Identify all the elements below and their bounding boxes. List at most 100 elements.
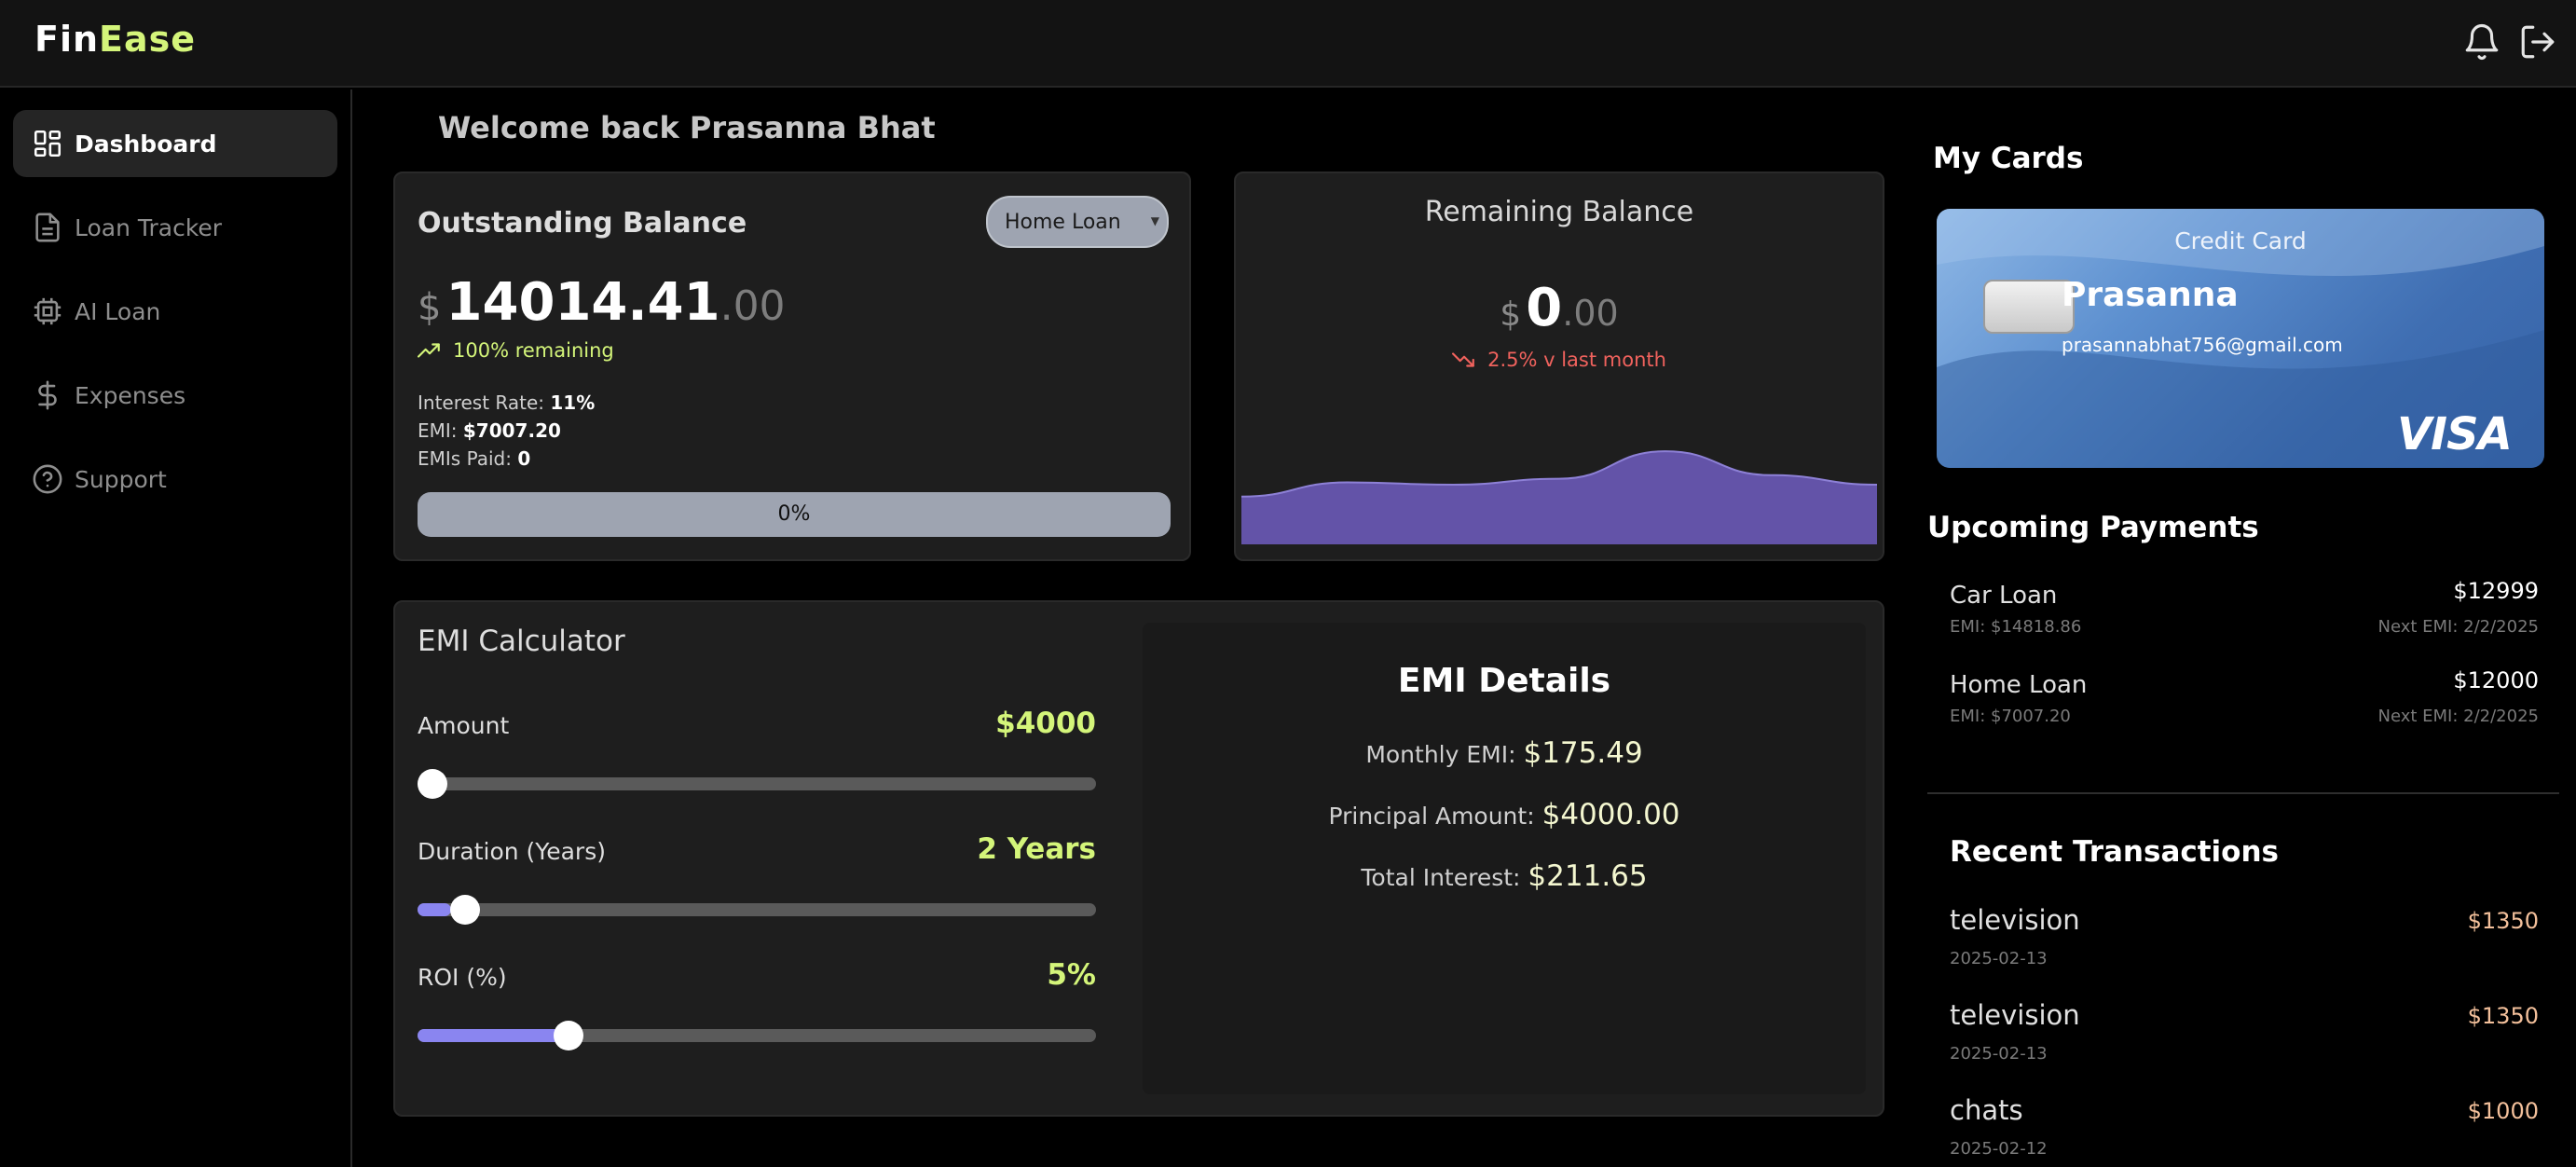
amount-integer: 0 bbox=[1526, 278, 1563, 338]
card-holder-email: prasannabhat756@gmail.com bbox=[2062, 334, 2343, 356]
app-logo[interactable]: FinEase bbox=[34, 19, 196, 60]
amount-value: $4000 bbox=[995, 707, 1096, 740]
welcome-heading: Welcome back Prasanna Bhat bbox=[438, 110, 936, 145]
roi-slider[interactable] bbox=[418, 1021, 1096, 1050]
remaining-percent-text: 100% remaining bbox=[453, 339, 614, 362]
my-cards-title: My Cards bbox=[1933, 142, 2084, 175]
total-interest-value: $211.65 bbox=[1528, 859, 1648, 893]
sidebar-item-support[interactable]: Support bbox=[13, 446, 337, 513]
emis-paid-value: 0 bbox=[517, 447, 531, 470]
chevron-down-icon: ▼ bbox=[1150, 214, 1159, 227]
remaining-trend: 2.5% v last month bbox=[1236, 349, 1883, 371]
dashboard-icon bbox=[32, 128, 63, 159]
transaction-name: television bbox=[1950, 904, 2080, 936]
monthly-emi-value: $175.49 bbox=[1523, 736, 1643, 770]
section-divider bbox=[1927, 792, 2559, 794]
outstanding-balance-card: Outstanding Balance Home Loan ▼ $ 14014.… bbox=[393, 172, 1191, 561]
amount-integer: 14014.41 bbox=[445, 272, 720, 333]
loan-type-select[interactable]: Home Loan ▼ bbox=[986, 196, 1169, 248]
currency-symbol: $ bbox=[418, 286, 442, 329]
payment-item[interactable]: Car Loan $12999 EMI: $14818.86 Next EMI:… bbox=[1950, 578, 2540, 662]
emis-paid-row: EMIs Paid: 0 bbox=[418, 447, 530, 470]
slider-thumb[interactable] bbox=[449, 895, 480, 925]
total-interest-row: Total Interest: $211.65 bbox=[1143, 859, 1866, 893]
chip-icon bbox=[32, 295, 63, 327]
sidebar-item-label: Dashboard bbox=[75, 130, 217, 158]
card-type: Credit Card bbox=[2174, 227, 2307, 254]
progress-text: 0% bbox=[777, 502, 811, 526]
payment-emi: EMI: $7007.20 bbox=[1950, 707, 2071, 726]
principal-value: $4000.00 bbox=[1541, 798, 1680, 831]
slider-thumb[interactable] bbox=[418, 769, 447, 799]
visa-logo: VISA bbox=[2397, 408, 2513, 460]
remaining-amount: $ 0.00 bbox=[1236, 278, 1883, 338]
payment-emi: EMI: $14818.86 bbox=[1950, 617, 2082, 637]
logo-text-fin: Fin bbox=[34, 19, 100, 60]
amount-decimal: .00 bbox=[1562, 293, 1619, 334]
top-header: FinEase bbox=[0, 0, 2576, 88]
payment-amount: $12999 bbox=[2453, 578, 2539, 604]
sidebar-item-ai-loan[interactable]: AI Loan bbox=[13, 278, 337, 345]
trend-text: 2.5% v last month bbox=[1487, 349, 1666, 371]
roi-value: 5% bbox=[1047, 958, 1096, 992]
transaction-amount: $1000 bbox=[2467, 1098, 2539, 1124]
logo-text-ease: Ease bbox=[99, 19, 197, 60]
help-icon bbox=[32, 463, 63, 495]
duration-slider[interactable] bbox=[418, 895, 1096, 925]
duration-value: 2 Years bbox=[977, 832, 1096, 866]
principal-label: Principal Amount: bbox=[1328, 803, 1535, 830]
trending-down-icon bbox=[1452, 352, 1474, 367]
slider-thumb[interactable] bbox=[554, 1021, 584, 1050]
payment-name: Home Loan bbox=[1950, 671, 2088, 699]
sidebar-item-label: AI Loan bbox=[75, 297, 161, 325]
emi-details-panel: EMI Details Monthly EMI: $175.49 Princip… bbox=[1143, 623, 1866, 1094]
currency-symbol: $ bbox=[1500, 295, 1522, 334]
emi-label: EMI: bbox=[418, 419, 458, 442]
recent-transactions-title: Recent Transactions bbox=[1950, 835, 2280, 869]
emi-details-title: EMI Details bbox=[1397, 662, 1611, 700]
transaction-item[interactable]: television $1350 2025-02-13 bbox=[1950, 999, 2539, 1083]
emis-paid-label: EMIs Paid: bbox=[418, 447, 512, 470]
sidebar-item-dashboard[interactable]: Dashboard bbox=[13, 110, 337, 177]
repayment-progress-bar: 0% bbox=[418, 492, 1171, 537]
payment-item[interactable]: Home Loan $12000 EMI: $7007.20 Next EMI:… bbox=[1950, 667, 2540, 751]
loan-type-selected: Home Loan bbox=[1005, 210, 1121, 234]
emi-calculator-card: EMI Calculator Amount $4000 Duration (Ye… bbox=[393, 600, 1884, 1117]
payment-next-emi: Next EMI: 2/2/2025 bbox=[2377, 617, 2540, 637]
sidebar-item-expenses[interactable]: Expenses bbox=[13, 362, 337, 429]
sidebar-item-loan-tracker[interactable]: Loan Tracker bbox=[13, 194, 337, 261]
emi-row: EMI: $7007.20 bbox=[418, 419, 561, 442]
area-series bbox=[1241, 451, 1877, 544]
transaction-amount: $1350 bbox=[2467, 1003, 2539, 1029]
outstanding-amount: $ 14014.41.00 bbox=[418, 272, 786, 333]
amount-slider[interactable] bbox=[418, 769, 1096, 799]
credit-card[interactable]: Credit Card Prasanna prasannabhat756@gma… bbox=[1937, 209, 2544, 468]
amount-label: Amount bbox=[418, 712, 510, 739]
payment-next-emi: Next EMI: 2/2/2025 bbox=[2377, 707, 2540, 726]
emi-value: $7007.20 bbox=[462, 419, 561, 442]
total-interest-label: Total Interest: bbox=[1361, 864, 1521, 891]
outstanding-balance-title: Outstanding Balance bbox=[418, 207, 747, 240]
upcoming-payments-title: Upcoming Payments bbox=[1927, 511, 2259, 544]
emi-calculator-title: EMI Calculator bbox=[418, 625, 625, 658]
sidebar-item-label: Support bbox=[75, 465, 167, 493]
monthly-emi-row: Monthly EMI: $175.49 bbox=[1143, 736, 1866, 770]
transaction-item[interactable]: television $1350 2025-02-13 bbox=[1950, 904, 2539, 988]
monthly-emi-label: Monthly EMI: bbox=[1365, 741, 1516, 768]
amount-decimal: .00 bbox=[719, 282, 786, 330]
sidebar-item-label: Expenses bbox=[75, 381, 186, 409]
slider-fill bbox=[418, 903, 452, 916]
roi-label: ROI (%) bbox=[418, 964, 507, 991]
slider-fill bbox=[418, 1029, 560, 1042]
transaction-name: television bbox=[1950, 999, 2080, 1031]
card-holder-name: Prasanna bbox=[2062, 276, 2239, 314]
transaction-date: 2025-02-13 bbox=[1950, 949, 2048, 968]
transaction-date: 2025-02-12 bbox=[1950, 1139, 2048, 1159]
interest-rate-value: 11% bbox=[550, 391, 596, 414]
interest-rate-label: Interest Rate: bbox=[418, 391, 545, 414]
bell-icon[interactable] bbox=[2462, 22, 2501, 62]
interest-rate-row: Interest Rate: 11% bbox=[418, 391, 595, 414]
logout-icon[interactable] bbox=[2518, 22, 2557, 62]
transaction-item[interactable]: chats $1000 2025-02-12 bbox=[1950, 1094, 2539, 1167]
remaining-balance-title: Remaining Balance bbox=[1424, 196, 1694, 228]
